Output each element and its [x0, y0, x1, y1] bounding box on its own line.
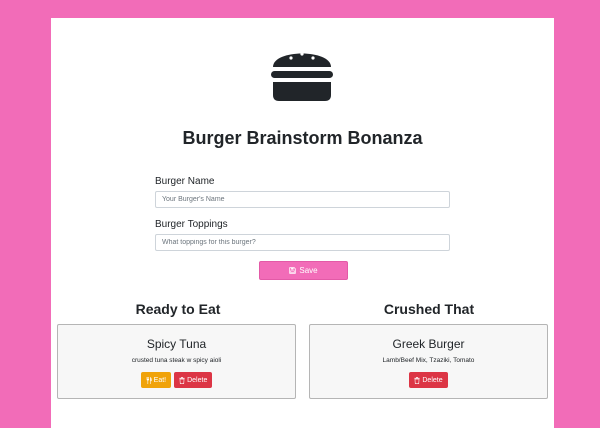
burger-toppings: Lamb/Beef Mix, Tzaziki, Tomato [382, 357, 475, 364]
burger-name-input[interactable] [155, 191, 450, 208]
card-actions: Eat! Delete [58, 372, 295, 388]
burger-name: Spicy Tuna [146, 337, 207, 351]
main-container: Burger Brainstorm Bonanza Burger Name Bu… [51, 18, 554, 428]
burger-card-ready: Spicy Tuna crusted tuna steak w spicy ai… [57, 324, 296, 399]
delete-button[interactable]: Delete [174, 372, 213, 388]
ready-to-eat-heading: Ready to Eat [135, 301, 221, 317]
hamburger-icon [271, 52, 333, 101]
delete-button[interactable]: Delete [409, 372, 448, 388]
burger-card-crushed: Greek Burger Lamb/Beef Mix, Tzaziki, Tom… [309, 324, 548, 399]
floppy-disk-icon [289, 267, 297, 274]
save-button[interactable]: Save [259, 261, 348, 280]
card-actions: Delete [310, 372, 547, 388]
delete-button-label: Delete [422, 376, 443, 384]
trash-icon [414, 376, 420, 384]
trash-icon [179, 376, 185, 384]
burger-name-label: Burger Name [155, 176, 215, 187]
page-title: Burger Brainstorm Bonanza [182, 128, 423, 148]
eat-button[interactable]: Eat! [140, 372, 172, 388]
burger-toppings: crusted tuna steak w spicy aioli [131, 357, 222, 364]
burger-form: Burger Name Burger Toppings [155, 176, 451, 262]
eat-button-label: Eat! [153, 376, 167, 384]
utensils-icon [146, 376, 152, 384]
burger-toppings-input[interactable] [155, 234, 450, 251]
burger-name: Greek Burger [392, 337, 465, 351]
save-button-label: Save [299, 266, 318, 275]
delete-button-label: Delete [187, 376, 208, 384]
crushed-that-heading: Crushed That [383, 301, 475, 317]
burger-toppings-label: Burger Toppings [155, 219, 228, 230]
